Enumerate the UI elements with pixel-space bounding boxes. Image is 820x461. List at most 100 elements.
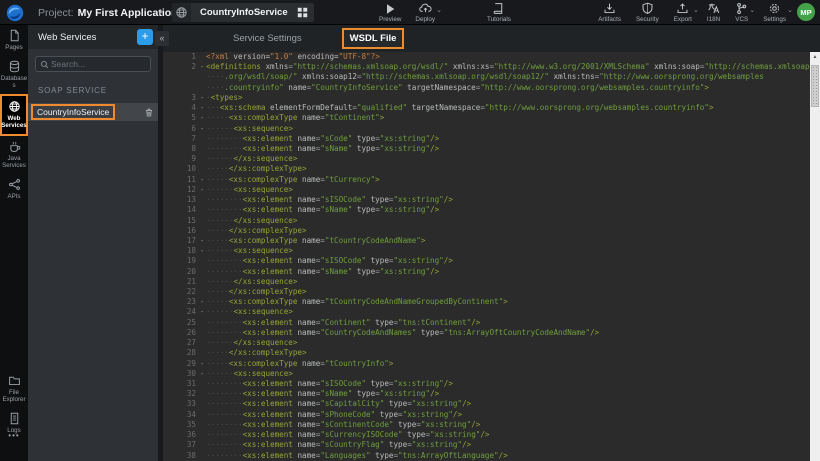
sidebar-item-databases[interactable]: Databases — [0, 56, 28, 94]
i18n-button[interactable]: I18N — [707, 0, 720, 25]
search-icon — [40, 60, 49, 69]
sidebar-item-web-services[interactable]: Web Services — [0, 94, 28, 136]
preview-button[interactable]: Preview — [379, 0, 401, 25]
security-label: Security — [636, 16, 659, 23]
service-list-item[interactable]: CountryInfoService — [28, 103, 158, 121]
tutorials-button[interactable]: Tutorials — [487, 0, 511, 25]
code-text: ····.countryinfo" name="CountryInfoServi… — [206, 83, 709, 92]
code-text: ·····<xs:complexType name="tContinent"> — [206, 113, 384, 122]
vcs-button[interactable]: VCS⌄ — [735, 0, 748, 25]
artifacts-label: Artifacts — [598, 16, 621, 23]
code-text: ······</xs:sequence> — [206, 277, 297, 286]
app-window: Project: My First Application › CountryI… — [0, 0, 820, 461]
line-number: 23 — [163, 297, 200, 307]
scrollbar-thumb[interactable] — [811, 65, 819, 107]
tab-service-settings[interactable]: Service Settings — [227, 30, 308, 47]
sidebar-item-label: Java Services — [1, 155, 28, 169]
sidebar-item-pages[interactable]: Pages — [0, 25, 28, 56]
editor-tabbar: Service Settings WSDL File — [163, 25, 820, 52]
delete-service-button[interactable] — [144, 107, 154, 118]
globe-icon — [8, 100, 21, 113]
line-number: 11 — [163, 175, 200, 185]
grid-icon[interactable] — [297, 7, 308, 18]
chevron-down-icon[interactable]: ⌄ — [749, 6, 755, 14]
code-text: ········<xs:element name="sName" type="x… — [206, 205, 439, 214]
code-text: ·····<xs:complexType name="tCurrency"> — [206, 175, 380, 184]
tab-wsdl-file[interactable]: WSDL File — [342, 28, 405, 49]
code-text: ······</xs:sequence> — [206, 216, 297, 225]
code-line: 29-·····<xs:complexType name="tCountryIn… — [163, 359, 810, 369]
code-line: 37········<xs:element name="sCountryFlag… — [163, 440, 810, 450]
artifacts-button[interactable]: Artifacts — [598, 0, 621, 25]
translate-icon — [707, 2, 720, 15]
collapse-panel-button[interactable]: « — [155, 31, 169, 46]
wavemaker-logo[interactable] — [0, 0, 30, 25]
code-line: 8········<xs:element name="sName" type="… — [163, 144, 810, 154]
code-text: ·····<xs:complexType name="tCountryCodeA… — [206, 297, 508, 306]
chevron-down-icon[interactable]: ⌄ — [436, 6, 442, 14]
deploy-label: Deploy — [415, 16, 435, 23]
code-line: 23-·····<xs:complexType name="tCountryCo… — [163, 297, 810, 307]
line-number: 1 — [163, 52, 200, 62]
code-line: 21······</xs:sequence> — [163, 277, 810, 287]
service-tab-label: CountryInfoService — [191, 7, 297, 18]
line-number: 33 — [163, 399, 200, 409]
code-line: 4-···<xs:schema elementFormDefault="qual… — [163, 103, 810, 113]
settings-button[interactable]: Settings⌄ — [763, 0, 786, 25]
user-avatar[interactable]: MP — [797, 3, 815, 21]
logo-icon — [6, 4, 24, 22]
line-number: 27 — [163, 338, 200, 348]
code-text: ········<xs:element name="sName" type="x… — [206, 389, 439, 398]
code-line: 30-······<xs:sequence> — [163, 369, 810, 379]
panel-title: Web Services — [38, 32, 137, 43]
i18n-label: I18N — [707, 16, 720, 23]
line-number: 17 — [163, 236, 200, 246]
editor-scrollbar[interactable]: ▲ — [810, 52, 820, 461]
code-text: ······<xs:sequence> — [206, 246, 293, 255]
code-line: 5-·····<xs:complexType name="tContinent"… — [163, 113, 810, 123]
line-number: 16 — [163, 226, 200, 236]
code-text: ·····</xs:complexType> — [206, 164, 307, 173]
code-text: ········<xs:element name="Languages" typ… — [206, 451, 508, 460]
sidebar-item-apis[interactable]: APIs — [0, 174, 28, 205]
export-button[interactable]: Export⌄ — [674, 0, 692, 25]
code-text: ·····<xs:complexType name="tCountryInfo"… — [206, 359, 393, 368]
deploy-button[interactable]: Deploy⌄ — [415, 0, 435, 25]
chevron-down-icon[interactable]: ⌄ — [693, 6, 699, 14]
chevron-down-icon[interactable]: ⌄ — [787, 6, 793, 14]
line-number: 4 — [163, 103, 200, 113]
sidebar-item-java-services[interactable]: Java Services — [0, 136, 28, 174]
export-label: Export — [674, 16, 692, 23]
code-line: 32········<xs:element name="sName" type=… — [163, 389, 810, 399]
sidebar-item-label: Pages — [1, 44, 28, 51]
code-text: ········<xs:element name="sPhoneCode" ty… — [206, 410, 462, 419]
sidebar-item-file-explorer[interactable]: File Explorer — [0, 370, 28, 408]
code-text: ········<xs:element name="sCurrencyISOCo… — [206, 430, 490, 439]
search-box[interactable] — [35, 56, 151, 72]
code-text: ········<xs:element name="Continent" typ… — [206, 318, 480, 327]
add-service-button[interactable]: + — [137, 29, 153, 45]
more-icon[interactable]: ••• — [0, 431, 28, 440]
trash-icon — [144, 107, 154, 118]
sidebar-item-label: APIs — [1, 193, 28, 200]
security-button[interactable]: Security — [636, 0, 659, 25]
line-number: 37 — [163, 440, 200, 450]
top-bar: Project: My First Application › CountryI… — [0, 0, 820, 25]
toolbar-right: ArtifactsSecurityExport⌄I18NVCS⌄Settings… — [598, 0, 786, 25]
service-tab-countryinfoservice[interactable]: CountryInfoService — [172, 3, 314, 22]
logs-icon — [8, 412, 21, 425]
code-line: 17-·····<xs:complexType name="tCountryCo… — [163, 236, 810, 246]
line-number: 36 — [163, 430, 200, 440]
line-number: 10 — [163, 164, 200, 174]
code-text: ·····</xs:complexType> — [206, 226, 307, 235]
line-number: 24 — [163, 307, 200, 317]
wsdl-code-editor[interactable]: 1<?xml version="1.0" encoding="UTF-8"?>2… — [163, 52, 810, 461]
line-number: 9 — [163, 154, 200, 164]
code-text: ·····<xs:complexType name="tCountryCodeA… — [206, 236, 425, 245]
line-number: 15 — [163, 216, 200, 226]
code-line: 38········<xs:element name="Languages" t… — [163, 451, 810, 461]
scrollbar-up-arrow[interactable]: ▲ — [810, 54, 820, 60]
search-input[interactable] — [49, 58, 146, 70]
code-text: ······<xs:sequence> — [206, 369, 293, 378]
code-line: 24-······<xs:sequence> — [163, 307, 810, 317]
